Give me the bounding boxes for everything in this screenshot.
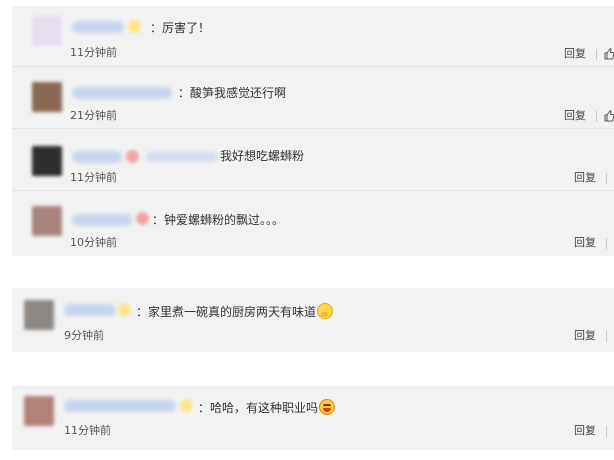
like-icon[interactable] [604,110,614,122]
divider [606,173,607,184]
avatar[interactable] [32,82,62,112]
comment-item: ：酸笋我感觉还行啊 21分钟前 回复 [12,68,614,129]
reply-button[interactable]: 回复 [574,424,596,438]
username[interactable] [64,400,176,412]
thinking-emoji-icon [317,303,334,319]
comment-time: 21分钟前 [70,109,117,122]
badge-icon [136,212,149,225]
vip-badge-icon [128,20,141,33]
comment-item: 我好想吃螺蛳粉 11分钟前 回复 [12,130,614,191]
username[interactable] [64,304,116,316]
username[interactable] [72,21,124,33]
divider [596,111,597,122]
comment-text: 我好想吃螺蛳粉 [220,149,305,163]
comment-time: 9分钟前 [64,329,104,342]
vip-badge-icon [118,303,131,316]
divider [606,426,607,437]
comment-text-body: ：哈哈，有这种职业吗 [198,401,319,415]
divider [606,238,607,249]
reply-button[interactable]: 回复 [574,236,596,250]
laughing-emoji-icon [319,399,336,415]
comment-card: ：哈哈，有这种职业吗 11分钟前 回复 [12,386,614,450]
avatar[interactable] [32,206,62,236]
username-suffix [146,152,218,162]
comment-time: 11分钟前 [70,46,117,59]
username[interactable] [72,87,172,99]
comment-card: ：家里煮一碗真的厨房两天有味道 9分钟前 回复 [12,288,614,352]
comment-time: 10分钟前 [70,236,117,249]
divider [606,331,607,342]
reply-button[interactable]: 回复 [574,329,596,343]
comment-item: ：厉害了！ 11分钟前 回复 [12,6,614,67]
comment-item: ：哈哈，有这种职业吗 11分钟前 回复 [12,386,614,450]
comment-text: ：哈哈，有这种职业吗 [198,399,336,416]
comment-time: 11分钟前 [70,171,117,184]
comment-time: 11分钟前 [64,424,111,437]
avatar[interactable] [32,16,62,46]
comment-text-body: ：家里煮一碗真的厨房两天有味道 [136,305,317,319]
username[interactable] [72,214,132,226]
comment-card: ：厉害了！ 11分钟前 回复 ：酸笋我感觉还行啊 21分钟前 回复 我好想吃螺蛳… [12,6,614,256]
comment-text: ：酸笋我感觉还行啊 [178,86,287,100]
divider [596,49,597,60]
comment-text: ：钟爱螺蛳粉的飘过。。。 [152,213,285,227]
avatar[interactable] [24,396,54,426]
comment-item: ：家里煮一碗真的厨房两天有味道 9分钟前 回复 [12,288,614,352]
comment-text: ：厉害了！ [150,21,211,35]
reply-button[interactable]: 回复 [564,109,586,123]
reply-button[interactable]: 回复 [574,171,596,185]
reply-button[interactable]: 回复 [564,47,586,61]
comment-item: ：钟爱螺蛳粉的飘过。。。 10分钟前 回复 [12,192,614,253]
vip-badge-icon [180,399,193,412]
avatar[interactable] [24,300,54,330]
comment-text: ：家里煮一碗真的厨房两天有味道 [136,303,334,320]
like-icon[interactable] [604,48,614,60]
badge-icon [126,150,139,163]
avatar[interactable] [32,146,62,176]
username[interactable] [72,151,122,163]
